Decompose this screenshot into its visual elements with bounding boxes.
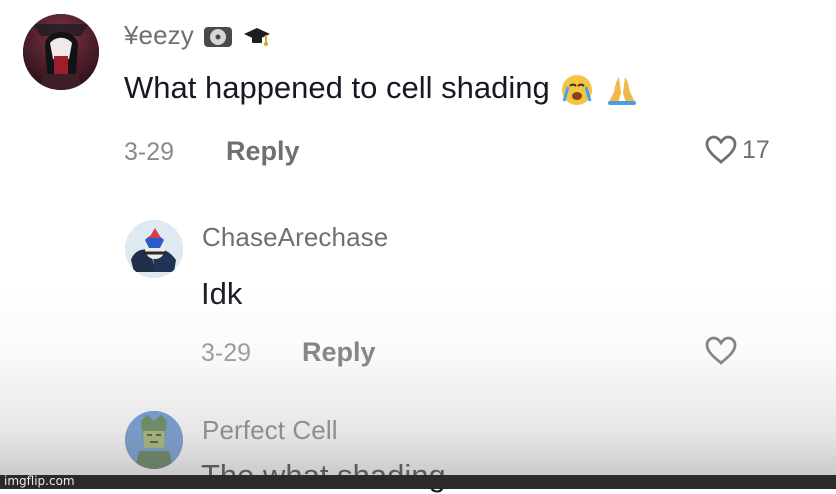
comment-thread: ¥eezy What happened to cell shading 3-29…	[0, 0, 836, 493]
watermark: imgflip.com	[4, 474, 75, 488]
watermark-strip	[0, 475, 836, 489]
avatar[interactable]	[125, 411, 183, 469]
comment-username[interactable]: Perfect Cell	[202, 415, 338, 445]
comment-item-3: Perfect Cell The what shading	[0, 0, 836, 493]
